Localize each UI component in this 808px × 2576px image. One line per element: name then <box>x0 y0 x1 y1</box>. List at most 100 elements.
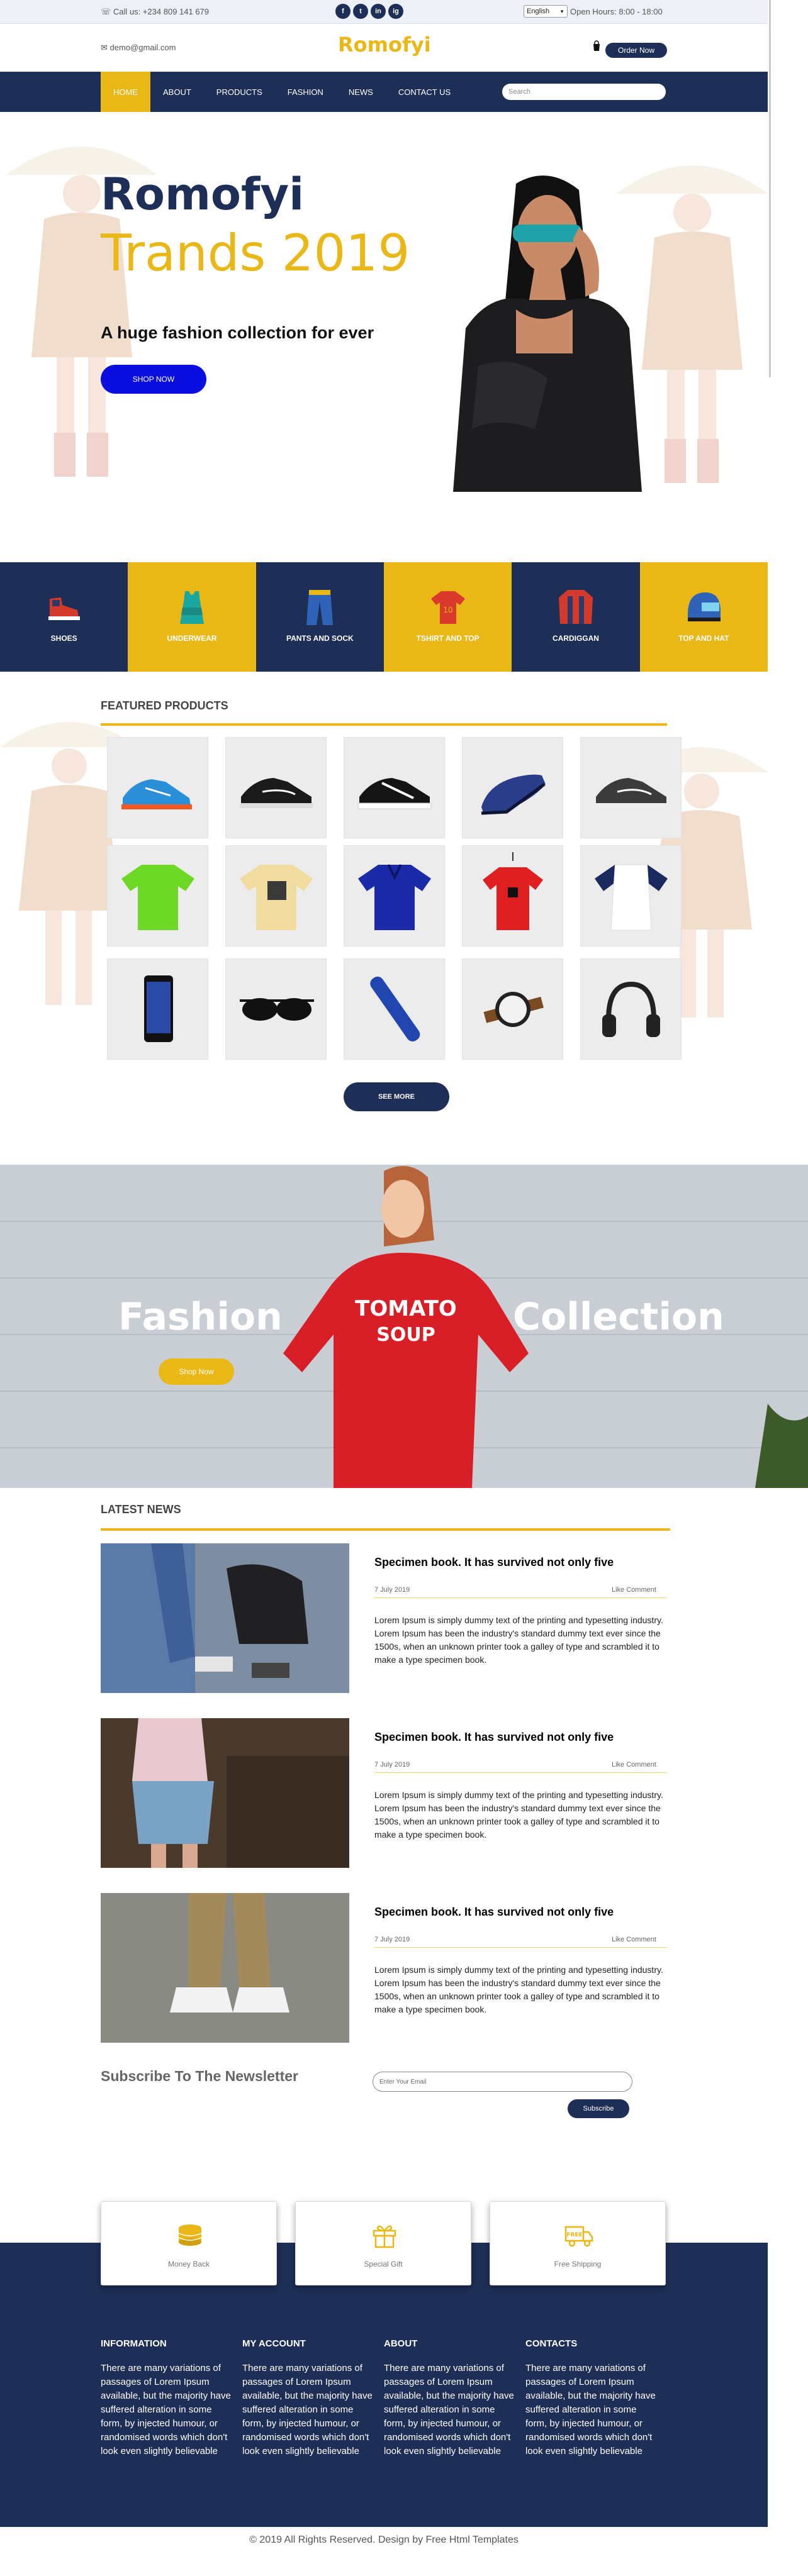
category-underwear[interactable]: UNDERWEAR <box>128 562 256 672</box>
truck-free-text: FREE <box>566 2232 582 2238</box>
nav-contact[interactable]: CONTACT US <box>386 72 463 112</box>
footer-col-text: There are many variations of passages of… <box>525 2363 656 2457</box>
product-card[interactable] <box>580 958 682 1060</box>
shop-now-button[interactable]: SHOP NOW <box>101 365 206 394</box>
news-body: Lorem Ipsum is simply dummy text of the … <box>374 1615 663 1665</box>
nav-about[interactable]: ABOUT <box>150 72 204 112</box>
subscribe-button[interactable]: Subscribe <box>568 2099 629 2118</box>
feature-label: Money Back <box>167 2260 210 2268</box>
product-card[interactable] <box>344 958 445 1060</box>
language-select[interactable]: English ▼ <box>524 5 568 18</box>
header: ✉ demo@gmail.com Romofyi Order Now <box>0 24 768 72</box>
news-title-text[interactable]: Specimen book. It has survived not only … <box>374 1906 614 1919</box>
feature-label: Special Gift <box>364 2260 403 2268</box>
cart-icon[interactable] <box>592 40 602 55</box>
category-tshirt[interactable]: 10 TSHIRT AND TOP <box>383 562 512 672</box>
featured-products: FEATURED PRODUCTS SEE MORE <box>0 672 768 1156</box>
phone-text: Call us: +234 809 141 679 <box>113 7 210 16</box>
green-tshirt-image <box>121 865 194 930</box>
sweater-text-2: SOUP <box>376 1324 435 1346</box>
smartphone-image <box>144 975 173 1042</box>
product-card[interactable] <box>107 845 208 947</box>
feature-money-back: Money Back <box>101 2201 277 2285</box>
nav-fashion[interactable]: FASHION <box>275 72 336 112</box>
red-tshirt-image <box>483 852 543 930</box>
product-card[interactable] <box>344 737 445 838</box>
hero-model-image <box>453 175 642 492</box>
product-card[interactable] <box>462 845 563 947</box>
feature-free-shipping: FREE Free Shipping <box>490 2201 666 2285</box>
tank-top-icon <box>179 591 204 624</box>
linkedin-icon[interactable]: in <box>371 4 386 19</box>
scrollbar[interactable] <box>768 0 773 377</box>
news-item: Specimen book. It has survived not only … <box>101 1543 670 1693</box>
see-more-button[interactable]: SEE MORE <box>344 1082 449 1111</box>
scrollbar-thumb[interactable] <box>769 0 771 377</box>
search-input[interactable]: Search <box>502 84 666 100</box>
news-date: 7 July 2019 <box>374 1586 410 1594</box>
chevron-down-icon: ▼ <box>559 8 564 14</box>
news-body: Lorem Ipsum is simply dummy text of the … <box>374 1965 663 2014</box>
footer-col-title[interactable]: CONTACTS <box>525 2338 658 2349</box>
footer-col-my-account: MY ACCOUNT There are many variations of … <box>242 2338 374 2458</box>
product-card[interactable] <box>344 845 445 947</box>
navy-polo-image <box>358 864 431 930</box>
fashion-banner: TOMATO SOUP Fashion Collection Shop Now <box>0 1165 808 1488</box>
social-links: f t in ig <box>335 4 403 19</box>
news-item: Specimen book. It has survived not only … <box>101 1893 670 2043</box>
phone-info: ☏ Call us: +234 809 141 679 <box>101 7 209 17</box>
product-card[interactable] <box>462 737 563 838</box>
footer-col-text: There are many variations of passages of… <box>242 2363 373 2457</box>
category-label: SHOES <box>50 634 77 643</box>
jersey-number: 10 <box>443 606 452 614</box>
phone-icon: ☏ <box>101 7 113 16</box>
category-label: TSHIRT AND TOP <box>416 634 480 643</box>
order-now-button[interactable]: Order Now <box>605 43 667 58</box>
banner-shop-now-button[interactable]: Shop Now <box>159 1358 234 1385</box>
category-pants[interactable]: PANTS AND SOCK <box>255 562 384 672</box>
footer-col-text: There are many variations of passages of… <box>384 2363 514 2457</box>
tshirt-icon: 10 <box>430 591 465 624</box>
headphones-image <box>602 981 660 1037</box>
category-cardigan[interactable]: CARDIGGAN <box>512 562 640 672</box>
cardigan-icon <box>558 590 593 624</box>
category-strip: SHOES UNDERWEAR PANTS AND SOCK 10 TSHIRT… <box>0 562 768 672</box>
news-title-text[interactable]: Specimen book. It has survived not only … <box>374 1731 614 1744</box>
product-card[interactable] <box>107 737 208 838</box>
raglan-tshirt-image <box>595 864 668 931</box>
email-input[interactable]: Enter Your Email <box>373 2072 632 2092</box>
mail-icon: ✉ <box>101 43 110 52</box>
nav-news[interactable]: NEWS <box>336 72 386 112</box>
category-shoes[interactable]: SHOES <box>0 562 128 672</box>
like-comment-link[interactable]: Like Comment <box>612 1936 656 1943</box>
news-divider <box>374 1772 667 1773</box>
facebook-icon[interactable]: f <box>335 4 351 19</box>
product-card[interactable] <box>107 958 208 1060</box>
footer-col-title[interactable]: INFORMATION <box>101 2338 233 2349</box>
product-card[interactable] <box>580 737 682 838</box>
instagram-icon[interactable]: ig <box>388 4 403 19</box>
footer-col-title[interactable]: ABOUT <box>384 2338 516 2349</box>
product-card[interactable] <box>580 845 682 947</box>
category-hat[interactable]: TOP AND HAT <box>639 562 768 672</box>
helmet-icon <box>688 592 721 621</box>
product-card[interactable] <box>225 845 327 947</box>
blue-sneaker-image <box>121 779 192 809</box>
gray-sneaker-image <box>595 778 668 808</box>
product-card[interactable] <box>225 958 327 1060</box>
product-card[interactable] <box>462 958 563 1060</box>
nav-home[interactable]: HOME <box>101 72 150 112</box>
product-card[interactable] <box>225 737 327 838</box>
section-divider <box>101 1528 670 1531</box>
logo[interactable]: Romofyi <box>338 33 431 57</box>
nav-products[interactable]: PRODUCTS <box>204 72 275 112</box>
like-comment-link[interactable]: Like Comment <box>612 1586 656 1594</box>
email-info: ✉ demo@gmail.com <box>101 43 176 53</box>
footer-col-title[interactable]: MY ACCOUNT <box>242 2338 374 2349</box>
news-image <box>101 1718 349 1868</box>
news-title-text[interactable]: Specimen book. It has survived not only … <box>374 1556 614 1569</box>
like-comment-link[interactable]: Like Comment <box>612 1761 656 1768</box>
news-item: Specimen book. It has survived not only … <box>101 1718 670 1868</box>
feature-special-gift: Special Gift <box>295 2201 471 2285</box>
twitter-icon[interactable]: t <box>353 4 368 19</box>
